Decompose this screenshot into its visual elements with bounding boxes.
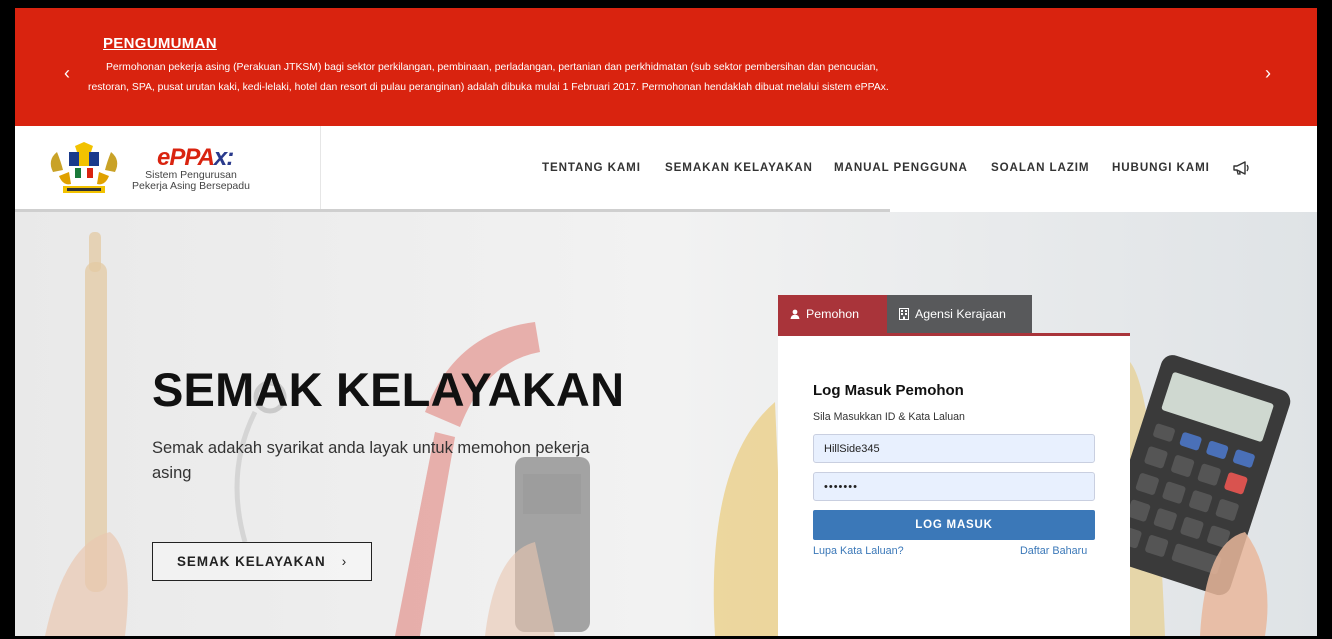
chevron-right-icon[interactable]: › bbox=[1260, 63, 1276, 84]
nav-semakan-kelayakan[interactable]: SEMAKAN KELAYAKAN bbox=[665, 161, 813, 174]
login-panel: Log Masuk Pemohon Sila Masukkan ID & Kat… bbox=[778, 336, 1130, 636]
hero-section: SEMAK KELAYAKAN Semak adakah syarikat an… bbox=[15, 212, 1317, 636]
brand-logo[interactable]: ePPAx: Sistem Pengurusan Pekerja Asing B… bbox=[132, 146, 261, 192]
brand-subtitle-2: Pekerja Asing Bersepadu bbox=[132, 180, 250, 192]
malaysia-coat-of-arms-icon[interactable] bbox=[45, 142, 123, 198]
semak-kelayakan-button[interactable]: SEMAK KELAYAKAN › bbox=[152, 542, 372, 581]
login-title: Log Masuk Pemohon bbox=[813, 382, 964, 399]
register-link[interactable]: Daftar Baharu bbox=[1020, 545, 1087, 557]
browser-page: ‹ PENGUMUMAN Permohonan pekerja asing (P… bbox=[15, 8, 1317, 636]
tab-pemohon[interactable]: Pemohon bbox=[778, 295, 887, 333]
chevron-left-icon[interactable]: ‹ bbox=[59, 63, 75, 84]
hero-title: SEMAK KELAYAKAN bbox=[152, 363, 625, 416]
user-icon bbox=[790, 309, 800, 319]
nav-hubungi-kami[interactable]: HUBUNGI KAMI bbox=[1112, 161, 1210, 174]
brand-wordmark-main: ePPA bbox=[157, 144, 215, 171]
tab-agensi-label: Agensi Kerajaan bbox=[915, 307, 1006, 321]
password-input[interactable] bbox=[813, 472, 1095, 501]
chevron-right-icon: › bbox=[341, 554, 348, 569]
username-input[interactable] bbox=[813, 434, 1095, 463]
megaphone-icon[interactable] bbox=[1232, 160, 1250, 176]
brand-wordmark: ePPAx: bbox=[157, 146, 261, 170]
login-button[interactable]: LOG MASUK bbox=[813, 510, 1095, 540]
nav-soalan-lazim[interactable]: SOALAN LAZIM bbox=[991, 161, 1089, 174]
announcement-line-1: Permohonan pekerja asing (Perakuan JTKSM… bbox=[106, 62, 879, 73]
announcement-title[interactable]: PENGUMUMAN bbox=[103, 35, 217, 52]
tab-agensi-kerajaan[interactable]: Agensi Kerajaan bbox=[887, 295, 1032, 333]
announcement-line-2: restoran, SPA, pusat urutan kaki, kedi-l… bbox=[88, 82, 889, 93]
forgot-password-link[interactable]: Lupa Kata Laluan? bbox=[813, 545, 904, 557]
announcement-banner: ‹ PENGUMUMAN Permohonan pekerja asing (P… bbox=[15, 8, 1317, 126]
nav-tentang-kami[interactable]: TENTANG KAMI bbox=[542, 161, 641, 174]
login-hint: Sila Masukkan ID & Kata Laluan bbox=[813, 411, 965, 423]
tab-pemohon-label: Pemohon bbox=[806, 307, 860, 321]
brand-wordmark-suffix: x: bbox=[213, 144, 234, 171]
site-header: ePPAx: Sistem Pengurusan Pekerja Asing B… bbox=[15, 126, 1317, 212]
cta-label: SEMAK KELAYAKAN bbox=[177, 554, 326, 569]
announcement-text: Permohonan pekerja asing (Perakuan JTKSM… bbox=[88, 58, 1103, 98]
header-divider bbox=[320, 126, 321, 212]
login-tabs: Pemohon Agensi Kerajaan bbox=[778, 295, 1032, 333]
hero-description: Semak adakah syarikat anda layak untuk m… bbox=[152, 439, 590, 482]
building-icon bbox=[899, 308, 909, 320]
nav-manual-pengguna[interactable]: MANUAL PENGGUNA bbox=[834, 161, 968, 174]
